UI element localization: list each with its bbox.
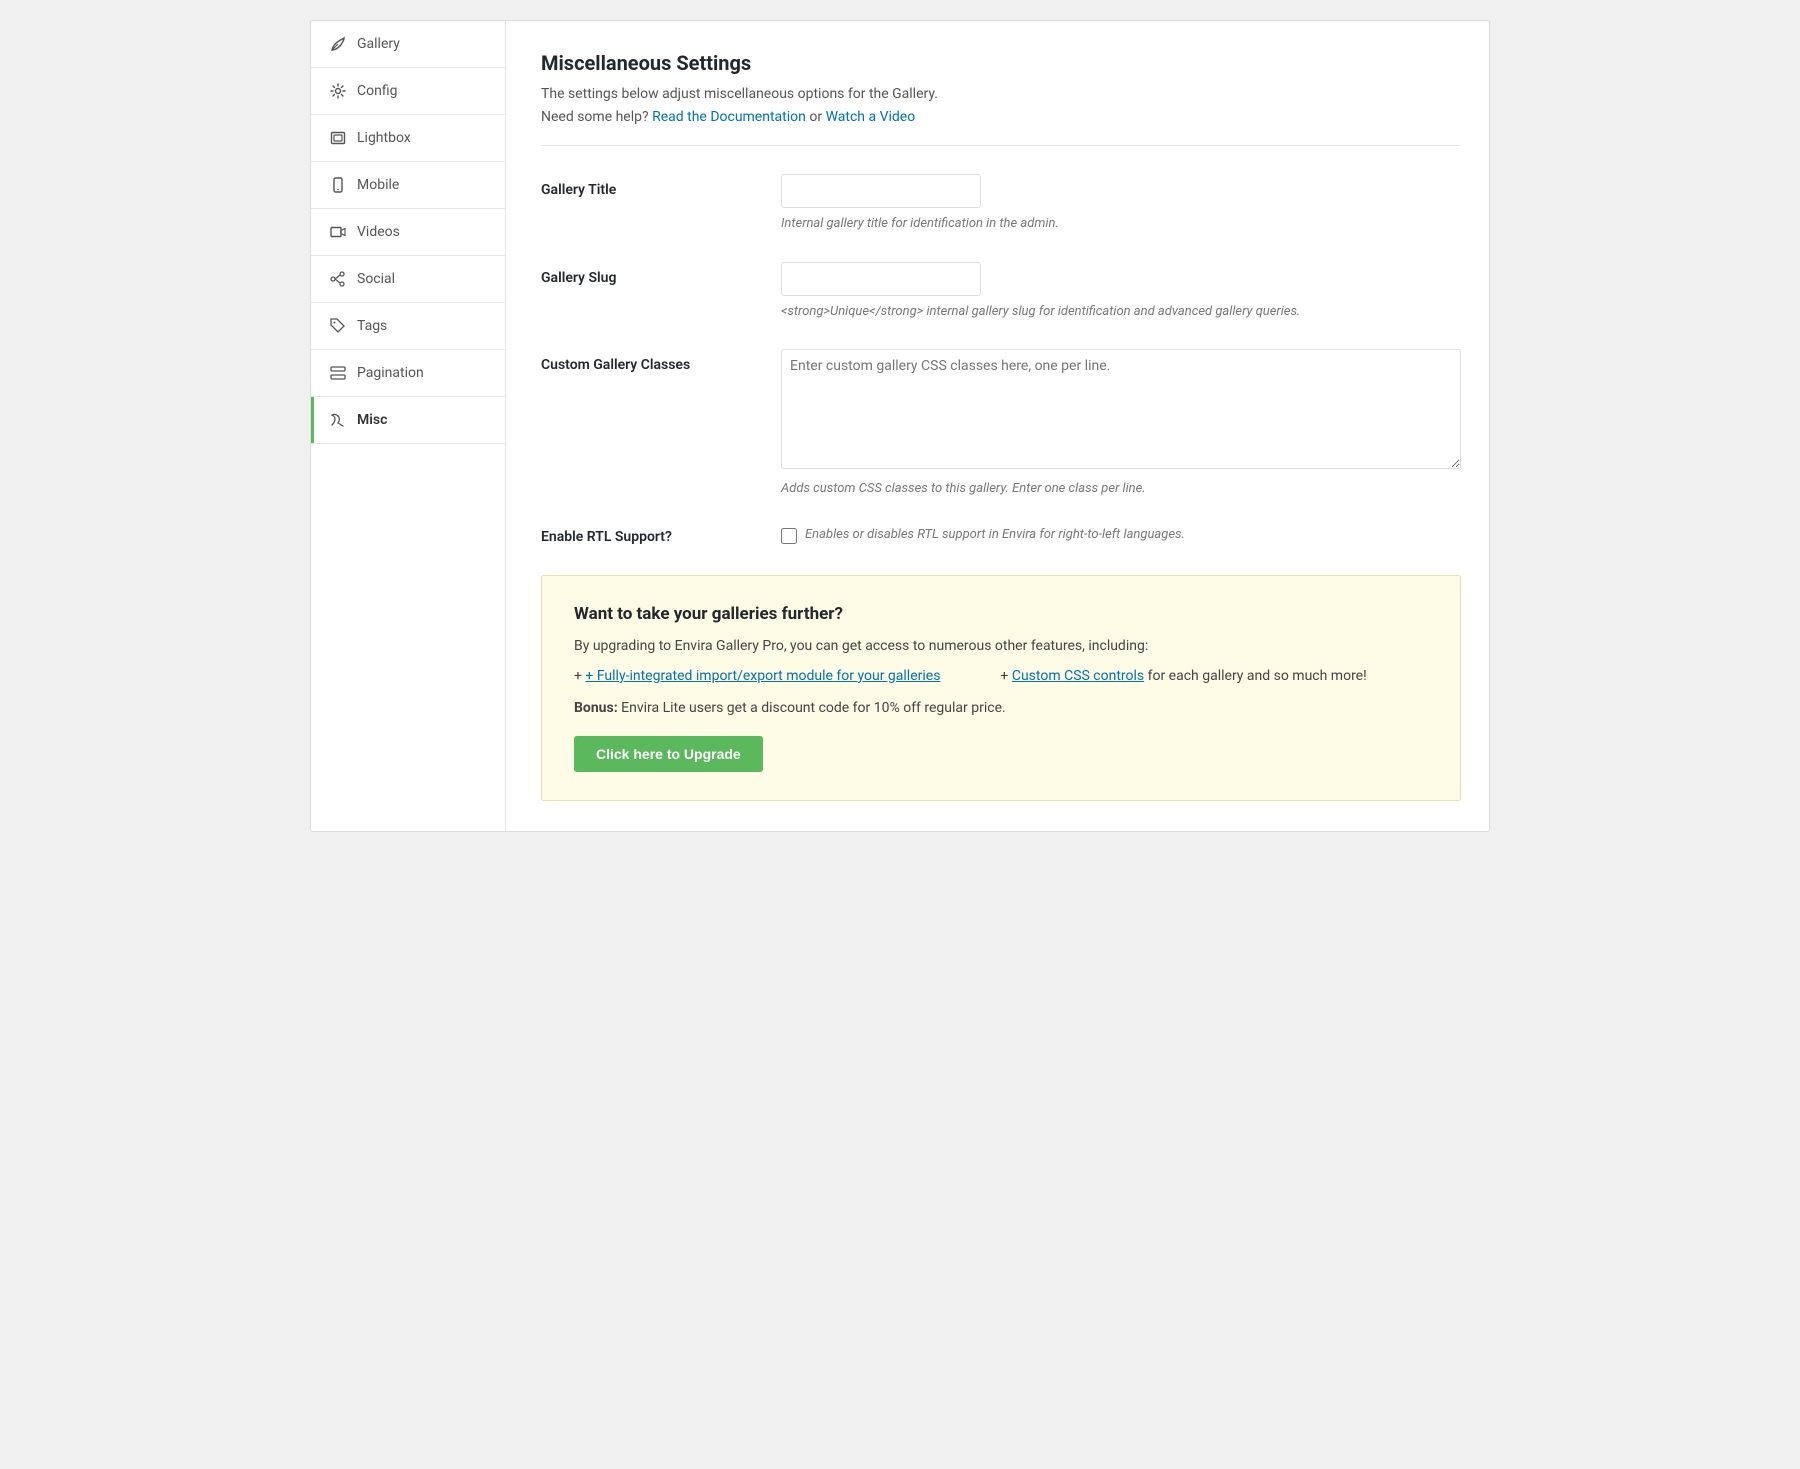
upgrade-description: By upgrading to Envira Gallery Pro, you … [574,638,1428,654]
social-icon [329,270,347,288]
page-title: Miscellaneous Settings [541,51,1461,75]
sidebar-label-mobile: Mobile [357,177,399,193]
upgrade-title: Want to take your galleries further? [574,604,1428,624]
sidebar: Gallery Config Lightbox [311,21,506,831]
import-export-link[interactable]: + Fully-integrated import/export module … [585,668,940,684]
gallery-title-field: Internal gallery title for identificatio… [781,174,1461,234]
sidebar-item-social[interactable]: Social [311,256,505,303]
mobile-icon [329,176,347,194]
upgrade-box: Want to take your galleries further? By … [541,575,1461,801]
sidebar-item-videos[interactable]: Videos [311,209,505,256]
section-divider [541,145,1461,146]
gallery-slug-row: Gallery Slug <strong>Unique</strong> int… [541,262,1461,322]
gear-icon [329,82,347,100]
misc-icon [329,411,347,429]
rtl-support-checkbox[interactable] [781,528,797,544]
sidebar-item-gallery[interactable]: Gallery [311,21,505,68]
sidebar-item-misc[interactable]: Misc [311,397,505,444]
rtl-support-field: Enables or disables RTL support in Envir… [781,527,1185,544]
sidebar-item-pagination[interactable]: Pagination [311,350,505,397]
upgrade-feature-2: + Custom CSS controls for each gallery a… [1000,668,1366,684]
video-icon [329,223,347,241]
gallery-slug-input[interactable] [781,262,981,296]
upgrade-bonus: Bonus: Envira Lite users get a discount … [574,700,1428,716]
bonus-text: Envira Lite users get a discount code fo… [621,700,1006,716]
gallery-slug-field: <strong>Unique</strong> internal gallery… [781,262,1461,322]
upgrade-feature-1: + + Fully-integrated import/export modul… [574,668,940,684]
gallery-title-row: Gallery Title Internal gallery title for… [541,174,1461,234]
custom-gallery-classes-label: Custom Gallery Classes [541,349,781,373]
sidebar-item-lightbox[interactable]: Lightbox [311,115,505,162]
sidebar-item-tags[interactable]: Tags [311,303,505,350]
lightbox-icon [329,129,347,147]
sidebar-label-tags: Tags [357,318,387,334]
custom-css-link[interactable]: Custom CSS controls [1012,668,1144,684]
gallery-title-label: Gallery Title [541,174,781,198]
upgrade-button[interactable]: Click here to Upgrade [574,736,763,772]
tags-icon [329,317,347,335]
sidebar-label-videos: Videos [357,224,400,240]
pagination-icon [329,364,347,382]
read-documentation-link[interactable]: Read the Documentation [652,109,806,125]
app-container: Gallery Config Lightbox [310,20,1490,832]
rtl-support-hint: Enables or disables RTL support in Envir… [805,527,1185,542]
bonus-label: Bonus: [574,700,621,716]
gallery-slug-label: Gallery Slug [541,262,781,286]
gallery-slug-hint: <strong>Unique</strong> internal gallery… [781,302,1461,322]
help-text: Need some help? Read the Documentation o… [541,109,1461,125]
upgrade-features: + + Fully-integrated import/export modul… [574,668,1428,684]
custom-gallery-classes-row: Custom Gallery Classes Adds custom CSS c… [541,349,1461,499]
gallery-title-input[interactable] [781,174,981,208]
custom-gallery-classes-hint: Adds custom CSS classes to this gallery.… [781,479,1461,499]
gallery-title-hint: Internal gallery title for identificatio… [781,214,1461,234]
main-content: Miscellaneous Settings The settings belo… [506,21,1490,831]
sidebar-label-misc: Misc [357,412,387,428]
sidebar-item-mobile[interactable]: Mobile [311,162,505,209]
custom-gallery-classes-textarea[interactable] [781,349,1461,469]
sidebar-label-config: Config [357,83,397,99]
page-description: The settings below adjust miscellaneous … [541,83,1461,105]
sidebar-label-gallery: Gallery [357,36,400,52]
sidebar-label-social: Social [357,271,395,287]
sidebar-label-lightbox: Lightbox [357,130,411,146]
rtl-support-label: Enable RTL Support? [541,527,781,545]
leaf-icon [329,35,347,53]
sidebar-item-config[interactable]: Config [311,68,505,115]
watch-video-link[interactable]: Watch a Video [826,109,916,125]
custom-gallery-classes-field: Adds custom CSS classes to this gallery.… [781,349,1461,499]
sidebar-label-pagination: Pagination [357,365,424,381]
rtl-support-row: Enable RTL Support? Enables or disables … [541,527,1461,545]
